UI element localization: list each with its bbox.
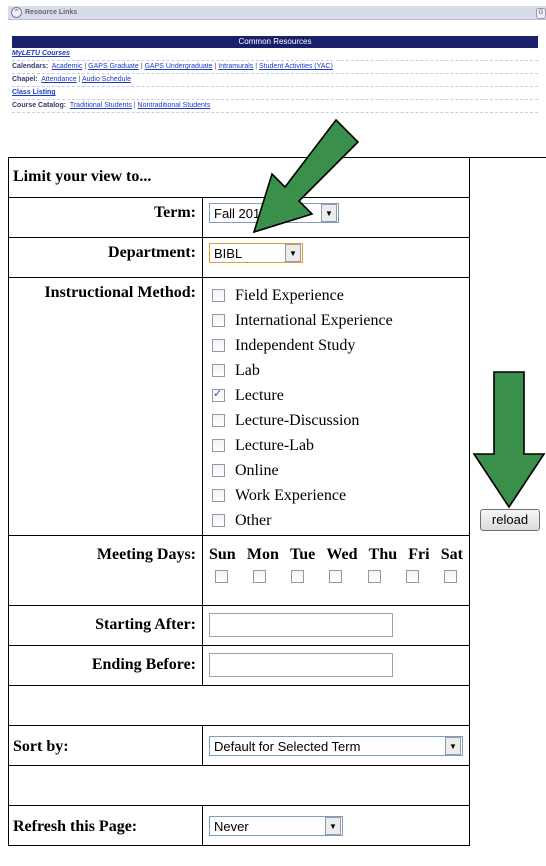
method-item[interactable]: Other bbox=[212, 508, 469, 533]
day-checkbox-fri[interactable] bbox=[405, 570, 419, 583]
method-checkbox[interactable] bbox=[212, 339, 225, 352]
method-item[interactable]: Work Experience bbox=[212, 483, 469, 508]
method-label: Other bbox=[235, 511, 272, 529]
catalog-traditional-link[interactable]: Traditional Students bbox=[70, 102, 132, 109]
method-item[interactable]: Lecture bbox=[212, 383, 469, 408]
chevron-down-icon: ▼ bbox=[285, 244, 301, 262]
method-item[interactable]: Lab bbox=[212, 358, 469, 383]
method-label: Lecture-Lab bbox=[235, 436, 315, 454]
panel-close-icon[interactable]: G bbox=[536, 8, 546, 19]
method-label: Lab bbox=[235, 361, 260, 379]
form-title: Limit your view to... bbox=[8, 157, 470, 198]
calendar-academic-link[interactable]: Academic bbox=[52, 63, 83, 70]
resource-links-header[interactable]: ^ Resource Links G bbox=[8, 6, 546, 20]
calendar-intramurals-link[interactable]: Intramurals bbox=[218, 63, 253, 70]
department-label: Department: bbox=[8, 237, 203, 278]
arrow-down-left-icon bbox=[252, 118, 360, 234]
chapel-attendance-link[interactable]: Attendance bbox=[41, 76, 76, 83]
chevron-down-icon: ▼ bbox=[325, 817, 341, 835]
method-checkbox[interactable] bbox=[212, 364, 225, 377]
method-checkbox[interactable] bbox=[212, 514, 225, 527]
meeting-days-label: Meeting Days: bbox=[8, 535, 203, 606]
filter-form-table: Limit your view to... Term: Fall 2012 ▼ … bbox=[8, 157, 470, 846]
chapel-label: Chapel: bbox=[12, 76, 38, 83]
day-label: Thu bbox=[368, 546, 398, 563]
resource-links-title: Resource Links bbox=[25, 9, 78, 16]
method-checkbox[interactable] bbox=[212, 439, 225, 452]
method-checkbox[interactable] bbox=[212, 464, 225, 477]
sort-by-value: Default for Selected Term bbox=[214, 738, 361, 754]
day-label: Tue bbox=[290, 546, 316, 563]
method-label: Lecture-Discussion bbox=[235, 411, 360, 429]
sort-by-select[interactable]: Default for Selected Term ▼ bbox=[209, 736, 463, 756]
resource-links-panel: ^ Resource Links G Common Resources MyLE… bbox=[8, 6, 546, 136]
sort-by-label: Sort by: bbox=[8, 725, 203, 766]
myletu-courses-link[interactable]: MyLETU Courses bbox=[12, 50, 70, 57]
method-checkbox[interactable] bbox=[212, 289, 225, 302]
meeting-days-group: Sun Mon Tue Wed Thu Fri Sat bbox=[202, 535, 470, 606]
department-value: BIBL bbox=[214, 245, 243, 261]
class-listing-link[interactable]: Class Listing bbox=[12, 89, 56, 96]
calendars-label: Calendars: bbox=[12, 63, 49, 70]
method-label: Lecture bbox=[235, 386, 284, 404]
chevron-down-icon: ▼ bbox=[445, 737, 461, 755]
refresh-value: Never bbox=[214, 818, 249, 834]
method-item[interactable]: Independent Study bbox=[212, 333, 469, 358]
method-label: International Experience bbox=[235, 311, 393, 329]
calendar-gaps-graduate-link[interactable]: GAPS Graduate bbox=[88, 63, 139, 70]
method-checkbox[interactable] bbox=[212, 414, 225, 427]
method-item[interactable]: Lecture-Discussion bbox=[212, 408, 469, 433]
method-label: Independent Study bbox=[235, 336, 356, 354]
day-checkbox-tue[interactable] bbox=[291, 570, 305, 583]
day-label: Wed bbox=[326, 546, 358, 563]
calendar-gaps-undergraduate-link[interactable]: GAPS Undergraduate bbox=[144, 63, 212, 70]
day-checkbox-wed[interactable] bbox=[329, 570, 343, 583]
method-label: Work Experience bbox=[235, 486, 347, 504]
day-checkbox-thu[interactable] bbox=[367, 570, 381, 583]
term-label: Term: bbox=[8, 197, 203, 238]
method-checkbox[interactable] bbox=[212, 489, 225, 502]
calendar-student-activities-link[interactable]: Student Activities (YAC) bbox=[259, 63, 333, 70]
reload-button[interactable]: reload bbox=[480, 509, 540, 531]
common-resources-bar: Common Resources bbox=[12, 36, 538, 48]
day-label: Fri bbox=[408, 546, 430, 563]
ending-before-label: Ending Before: bbox=[8, 645, 203, 686]
instructional-method-label: Instructional Method: bbox=[8, 277, 203, 536]
course-catalog-label: Course Catalog: bbox=[12, 102, 67, 109]
ending-before-input[interactable] bbox=[209, 653, 393, 677]
method-checkbox-checked[interactable] bbox=[212, 387, 225, 402]
arrow-down-icon bbox=[472, 371, 546, 509]
department-select[interactable]: BIBL ▼ bbox=[209, 243, 303, 263]
day-label: Mon bbox=[246, 546, 279, 563]
starting-after-input[interactable] bbox=[209, 613, 393, 637]
day-checkbox-mon[interactable] bbox=[253, 570, 267, 583]
catalog-nontraditional-link[interactable]: Nontraditional Students bbox=[138, 102, 211, 109]
starting-after-label: Starting After: bbox=[8, 605, 203, 646]
day-checkbox-sun[interactable] bbox=[215, 570, 228, 583]
day-label: Sun bbox=[209, 546, 236, 563]
method-item[interactable]: Field Experience bbox=[212, 283, 469, 308]
method-item[interactable]: Lecture-Lab bbox=[212, 433, 469, 458]
day-checkbox-sat[interactable] bbox=[443, 570, 457, 583]
method-label: Field Experience bbox=[235, 286, 344, 304]
refresh-label: Refresh this Page: bbox=[8, 805, 203, 846]
method-item[interactable]: International Experience bbox=[212, 308, 469, 333]
chapel-audio-schedule-link[interactable]: Audio Schedule bbox=[82, 76, 131, 83]
method-label: Online bbox=[235, 461, 279, 479]
spacer-row bbox=[8, 685, 470, 726]
method-item[interactable]: Online bbox=[212, 458, 469, 483]
method-checkbox[interactable] bbox=[212, 314, 225, 327]
instructional-method-list: Field Experience International Experienc… bbox=[202, 277, 470, 536]
spacer-row bbox=[8, 765, 470, 806]
collapse-icon[interactable]: ^ bbox=[11, 7, 22, 18]
refresh-select[interactable]: Never ▼ bbox=[209, 816, 343, 836]
day-label: Sat bbox=[440, 546, 463, 563]
